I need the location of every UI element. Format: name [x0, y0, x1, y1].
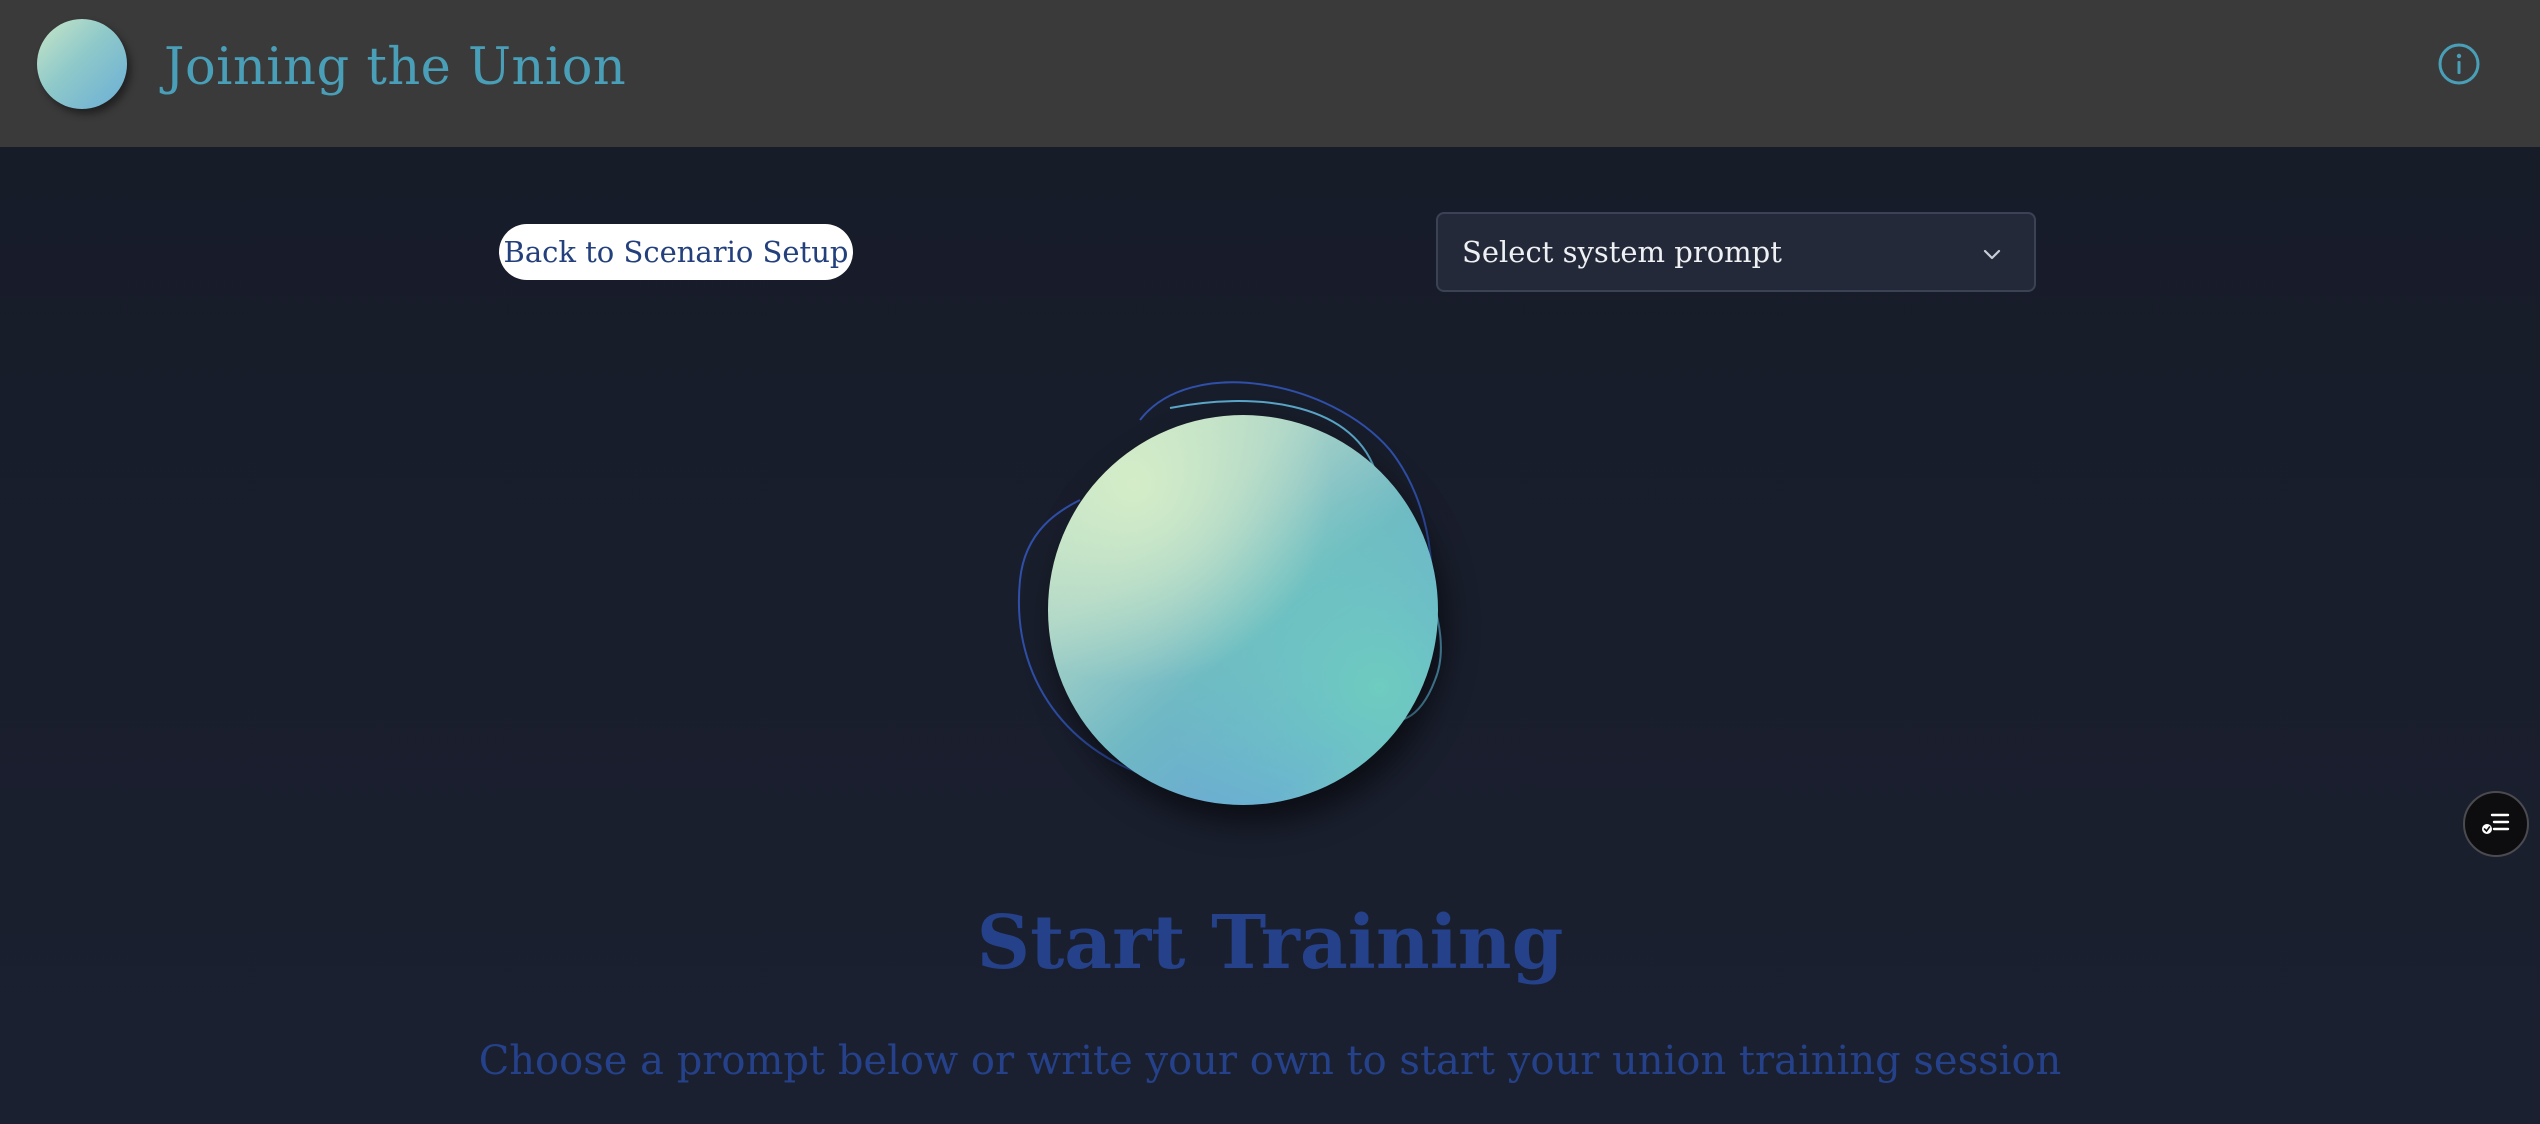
- start-training-heading: Start Training: [976, 900, 1564, 986]
- info-button[interactable]: [2435, 40, 2483, 88]
- app-header: Joining the Union: [0, 0, 2540, 147]
- voice-orb[interactable]: [990, 360, 1490, 840]
- app-title: Joining the Union: [164, 38, 627, 97]
- chevron-down-icon: [1983, 249, 2001, 260]
- floating-menu-button[interactable]: [2463, 791, 2529, 857]
- system-prompt-select-label: Select system prompt: [1462, 235, 1782, 269]
- app-logo: [37, 19, 127, 109]
- back-to-scenario-setup-button[interactable]: Back to Scenario Setup: [499, 224, 853, 280]
- info-circle-icon: [2438, 43, 2480, 85]
- start-training-subheading: Choose a prompt below or write your own …: [478, 1038, 2062, 1084]
- system-prompt-select[interactable]: Select system prompt: [1436, 212, 2036, 292]
- orb-sphere: [1048, 415, 1438, 805]
- list-menu-icon: [2482, 813, 2510, 834]
